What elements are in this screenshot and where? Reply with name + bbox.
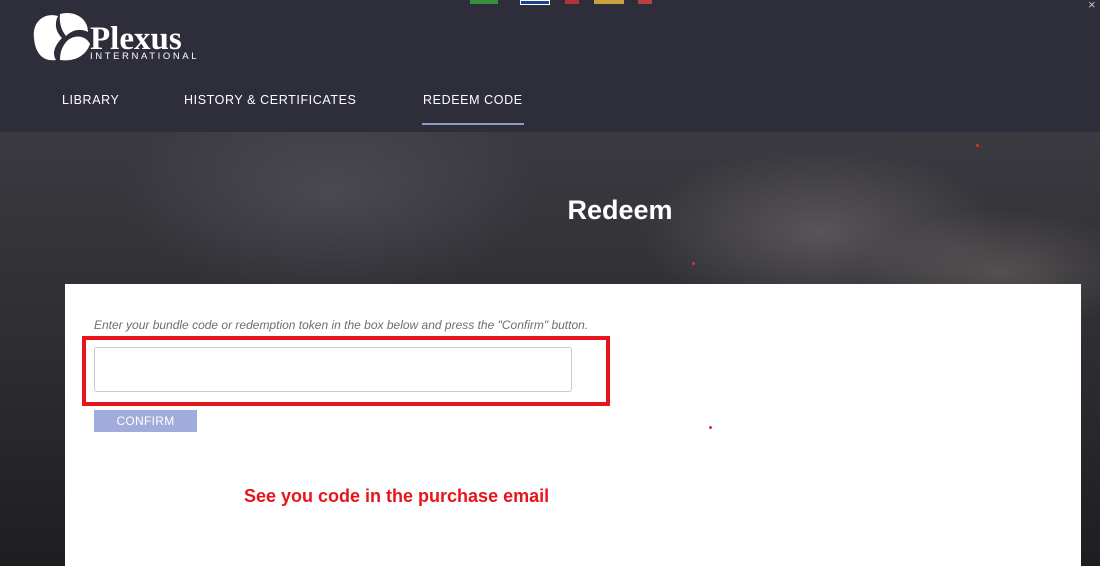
flag-icon[interactable] bbox=[520, 0, 550, 5]
plexus-logo[interactable]: Plexus INTERNATIONAL bbox=[30, 10, 230, 65]
main-nav: LIBRARY HISTORY & CERTIFICATES REDEEM CO… bbox=[0, 92, 1100, 132]
instructions-text: Enter your bundle code or redemption tok… bbox=[94, 318, 589, 332]
active-nav-underline bbox=[422, 123, 524, 125]
flag-icon[interactable] bbox=[594, 0, 624, 4]
nav-library[interactable]: LIBRARY bbox=[62, 92, 119, 108]
nav-redeem-code[interactable]: REDEEM CODE bbox=[423, 92, 523, 108]
page-title: Redeem bbox=[567, 195, 673, 225]
decorative-dot bbox=[692, 262, 695, 265]
decorative-dot bbox=[709, 426, 712, 429]
language-selector[interactable] bbox=[470, 0, 660, 5]
logo-subline: INTERNATIONAL bbox=[90, 51, 200, 62]
annotation-text: See you code in the purchase email bbox=[244, 486, 550, 506]
flag-icon[interactable] bbox=[638, 0, 652, 4]
plexus-logo-icon bbox=[33, 12, 90, 61]
nav-history-certificates[interactable]: HISTORY & CERTIFICATES bbox=[184, 92, 357, 108]
flag-icon[interactable] bbox=[565, 0, 579, 4]
close-icon[interactable]: × bbox=[1088, 0, 1096, 11]
highlight-annotation-box bbox=[82, 336, 610, 406]
confirm-button[interactable]: CONFIRM bbox=[94, 410, 197, 432]
decorative-dot bbox=[976, 144, 979, 147]
flag-icon[interactable] bbox=[470, 0, 498, 4]
site-header: × Plexus INTERNATIONAL LIBRARY HISTORY &… bbox=[0, 0, 1100, 132]
